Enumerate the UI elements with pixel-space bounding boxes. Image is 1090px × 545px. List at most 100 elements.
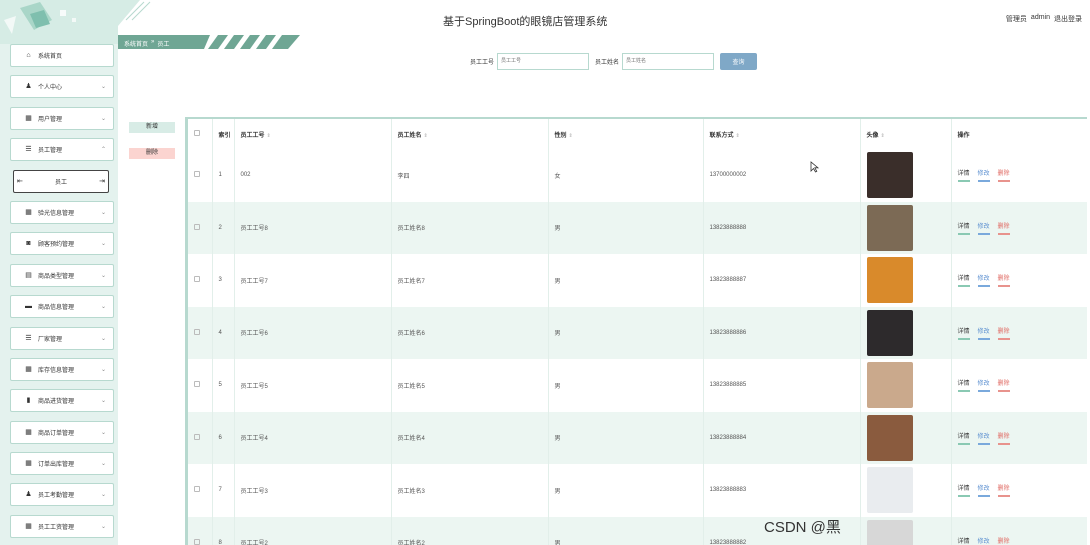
sidebar-item-13[interactable]: ▦ 订单出库管理 ⌄ xyxy=(10,452,114,476)
sidebar-item-15[interactable]: ▦ 员工工资管理 ⌄ xyxy=(10,514,114,538)
chevron-down-icon[interactable]: ⌄ xyxy=(101,460,106,467)
chevron-down-icon[interactable]: ⌄ xyxy=(101,115,106,122)
sort-icon[interactable]: ⇕ xyxy=(569,133,573,139)
sidebar-item-0[interactable]: ⌂ 系统首页 xyxy=(10,44,114,67)
edit-button[interactable]: 修改 xyxy=(977,221,990,235)
mouse-cursor-icon xyxy=(810,161,820,173)
detail-button[interactable]: 详情 xyxy=(957,221,970,235)
avatar[interactable] xyxy=(866,414,913,461)
chevron-down-icon[interactable]: ⌄ xyxy=(101,397,106,404)
sidebar-item-2[interactable]: ▦ 用户管理 ⌄ xyxy=(10,106,114,130)
delete-row-button[interactable]: 删除 xyxy=(997,483,1010,498)
delete-row-button[interactable]: 删除 xyxy=(997,326,1010,340)
delete-row-button[interactable]: 删除 xyxy=(997,221,1010,235)
row-checkbox[interactable] xyxy=(194,381,200,388)
column-header-phone[interactable]: 联系方式 ⇕ xyxy=(703,119,861,149)
row-checkbox[interactable] xyxy=(194,276,200,283)
sort-icon[interactable]: ⇕ xyxy=(881,133,885,139)
chevron-down-icon[interactable]: ⌄ xyxy=(101,335,106,342)
avatar[interactable] xyxy=(866,152,913,199)
column-header-avatar[interactable]: 头像 ⇕ xyxy=(860,119,952,149)
detail-button[interactable]: 详情 xyxy=(957,326,970,340)
avatar[interactable] xyxy=(866,257,913,304)
logout-link[interactable]: 退出登录 xyxy=(1054,14,1082,24)
sidebar-item-9[interactable]: ☰ 厂家管理 ⌄ xyxy=(10,326,114,350)
employee-id-input[interactable] xyxy=(497,52,590,70)
avatar[interactable] xyxy=(866,467,913,514)
column-header-id[interactable]: 员工工号 ⇕ xyxy=(234,119,392,149)
select-all-checkbox[interactable] xyxy=(194,130,200,136)
row-checkbox-cell[interactable] xyxy=(188,254,213,307)
cell-avatar xyxy=(860,201,952,254)
row-checkbox[interactable] xyxy=(194,486,200,493)
chevron-up-icon[interactable]: ⌃ xyxy=(101,146,106,153)
row-checkbox[interactable] xyxy=(194,328,200,335)
cell-avatar xyxy=(860,359,952,412)
delete-row-button[interactable]: 删除 xyxy=(998,536,1010,545)
sidebar-item-3[interactable]: ☰ 员工管理 ⌃ xyxy=(10,138,114,162)
sidebar-item-7[interactable]: ▤ 商品类型管理 ⌄ xyxy=(10,263,114,287)
column-header-name[interactable]: 员工姓名 ⇕ xyxy=(391,119,549,149)
sidebar-item-14[interactable]: ♟ 员工考勤管理 ⌄ xyxy=(10,483,114,507)
row-checkbox[interactable] xyxy=(194,171,200,178)
avatar[interactable] xyxy=(866,362,913,409)
detail-button[interactable]: 详情 xyxy=(957,273,970,288)
delete-row-button[interactable]: 删除 xyxy=(997,431,1010,445)
row-checkbox-cell[interactable] xyxy=(188,411,213,464)
chevron-down-icon[interactable]: ⌄ xyxy=(101,303,106,310)
sidebar-item-4[interactable]: ⇤ 员工 ⇥ xyxy=(13,169,109,193)
edit-button[interactable]: 修改 xyxy=(977,168,990,183)
select-all-checkbox-cell[interactable] xyxy=(188,119,213,149)
sidebar-item-5[interactable]: ▦ 验光信息管理 ⌄ xyxy=(10,200,114,224)
delete-button[interactable]: 删除 xyxy=(129,148,175,159)
row-checkbox-cell[interactable] xyxy=(188,359,213,412)
detail-button[interactable]: 详情 xyxy=(957,378,970,393)
sidebar-item-12[interactable]: ▦ 商品订单管理 ⌄ xyxy=(10,420,114,444)
avatar[interactable] xyxy=(866,204,913,251)
detail-button[interactable]: 详情 xyxy=(958,536,970,545)
search-button[interactable]: 查询 xyxy=(720,52,758,70)
delete-row-button[interactable]: 删除 xyxy=(997,168,1010,183)
delete-row-button[interactable]: 删除 xyxy=(997,378,1010,393)
delete-row-button[interactable]: 删除 xyxy=(997,273,1010,288)
chevron-down-icon[interactable]: ⌄ xyxy=(101,240,106,247)
chevron-down-icon[interactable]: ⌄ xyxy=(101,83,106,90)
sidebar-item-11[interactable]: ▮ 商品进货管理 ⌄ xyxy=(10,389,114,413)
row-checkbox-cell[interactable] xyxy=(188,306,213,359)
detail-button[interactable]: 详情 xyxy=(957,483,970,498)
row-checkbox-cell[interactable] xyxy=(188,201,213,254)
edit-button[interactable]: 修改 xyxy=(977,273,990,288)
detail-button[interactable]: 详情 xyxy=(957,168,970,183)
avatar[interactable] xyxy=(866,309,913,356)
edit-button[interactable]: 修改 xyxy=(977,483,990,498)
chevron-down-icon[interactable]: ⌄ xyxy=(101,209,106,216)
edit-button[interactable]: 修改 xyxy=(977,378,990,393)
chevron-down-icon[interactable]: ⌄ xyxy=(101,491,106,498)
row-checkbox-cell[interactable] xyxy=(188,464,213,517)
sort-icon[interactable]: ⇕ xyxy=(736,133,740,139)
sidebar-item-10[interactable]: ▦ 库存信息管理 ⌄ xyxy=(10,357,114,381)
row-checkbox[interactable] xyxy=(194,223,200,230)
sidebar-item-6[interactable]: ◙ 顾客预约管理 ⌄ xyxy=(10,232,114,256)
add-button[interactable]: 新增 xyxy=(129,122,175,133)
chevron-down-icon[interactable]: ⌄ xyxy=(101,272,106,279)
sort-icon[interactable]: ⇕ xyxy=(424,133,428,139)
chevron-down-icon[interactable]: ⌄ xyxy=(101,366,106,373)
chevron-down-icon[interactable]: ⌄ xyxy=(101,523,106,530)
employee-name-input[interactable] xyxy=(622,52,715,70)
edit-button[interactable]: 修改 xyxy=(977,326,990,340)
sidebar-item-8[interactable]: ▬ 商品信息管理 ⌄ xyxy=(10,295,114,319)
row-checkbox-cell[interactable] xyxy=(188,149,213,202)
sidebar-item-1[interactable]: ♟ 个人中心 ⌄ xyxy=(10,75,114,99)
row-checkbox-cell[interactable] xyxy=(188,516,213,545)
edit-button[interactable]: 修改 xyxy=(977,431,990,445)
sort-icon[interactable]: ⇕ xyxy=(267,133,271,139)
breadcrumb-home[interactable]: 系统首页 xyxy=(124,39,148,48)
column-header-gender[interactable]: 性别 ⇕ xyxy=(548,119,704,149)
chevron-down-icon[interactable]: ⌄ xyxy=(101,429,106,436)
detail-button[interactable]: 详情 xyxy=(957,431,970,445)
edit-button[interactable]: 修改 xyxy=(978,536,990,545)
row-checkbox[interactable] xyxy=(194,538,200,545)
avatar[interactable] xyxy=(866,519,913,545)
row-checkbox[interactable] xyxy=(194,433,200,440)
